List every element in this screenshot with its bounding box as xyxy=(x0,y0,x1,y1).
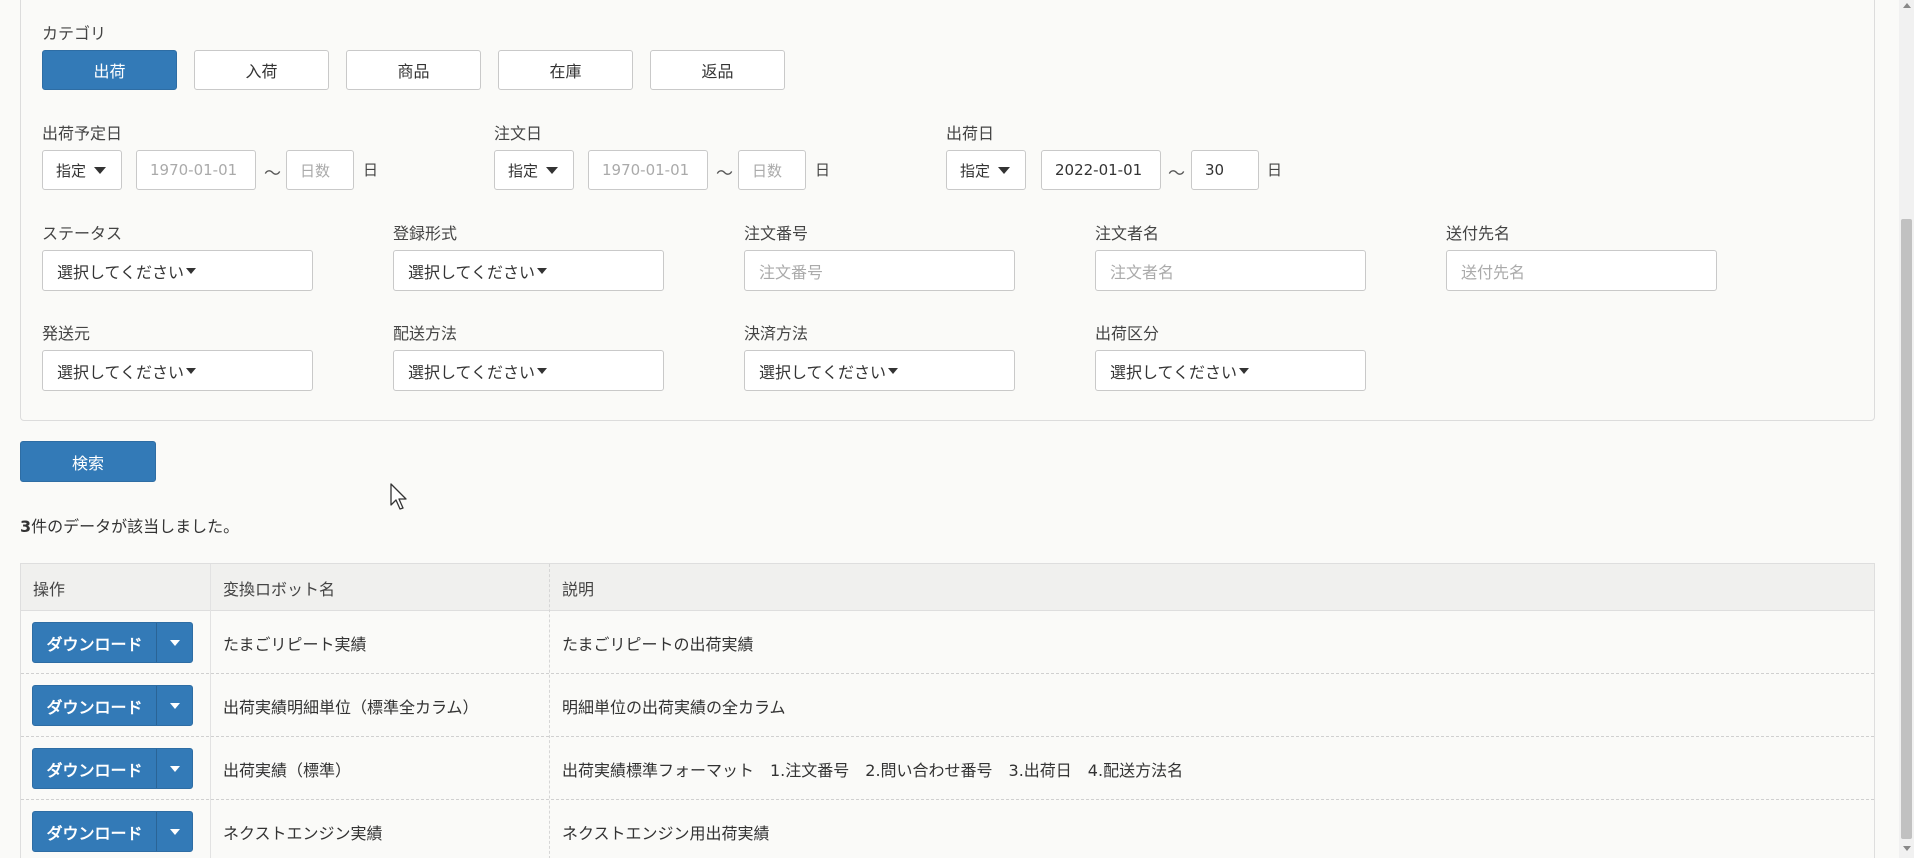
order-number-label: 注文番号 xyxy=(744,224,809,243)
scheduled-ship-date-label: 出荷予定日 xyxy=(42,124,123,143)
status-select[interactable]: 選択してください xyxy=(42,250,313,291)
category-label: カテゴリ xyxy=(42,24,107,43)
download-options-toggle[interactable] xyxy=(157,623,192,662)
range-tilde: 〜 xyxy=(716,164,733,184)
ship-date-days-input[interactable]: 30 xyxy=(1191,150,1259,190)
shipment-category-label: 出荷区分 xyxy=(1095,324,1160,343)
result-count-text: 3件のデータが該当しました。 xyxy=(20,517,240,536)
chevron-down-icon xyxy=(169,702,180,709)
status-label: ステータス xyxy=(42,224,123,243)
scheduled-ship-date-mode-select[interactable]: 指定 xyxy=(42,150,122,190)
chevron-down-icon xyxy=(537,267,548,274)
download-button[interactable]: ダウンロード xyxy=(33,749,157,788)
page: カテゴリ 出荷 入荷 商品 在庫 返品 出荷予定日 指定 1970-01-01 … xyxy=(0,0,1914,858)
download-split-button[interactable]: ダウンロード xyxy=(32,685,193,726)
search-panel: カテゴリ 出荷 入荷 商品 在庫 返品 出荷予定日 指定 1970-01-01 … xyxy=(20,0,1875,421)
table-row: ダウンロード 出荷実績（標準） 出荷実績標準フォーマット 1.注文番号 2.問い… xyxy=(21,737,1874,800)
registration-type-label: 登録形式 xyxy=(393,224,458,243)
category-product-button[interactable]: 商品 xyxy=(346,50,481,90)
delivery-method-select[interactable]: 選択してください xyxy=(393,350,664,391)
order-date-from-input[interactable]: 1970-01-01 xyxy=(588,150,708,190)
ship-date-label: 出荷日 xyxy=(946,124,995,143)
column-header-actions: 操作 xyxy=(33,579,66,599)
category-return-button[interactable]: 返品 xyxy=(650,50,785,90)
sender-label: 発送元 xyxy=(42,324,91,343)
ship-date-mode-select[interactable]: 指定 xyxy=(946,150,1026,190)
range-tilde: 〜 xyxy=(1168,164,1185,184)
vertical-scrollbar[interactable] xyxy=(1899,0,1914,858)
order-date-mode-select[interactable]: 指定 xyxy=(494,150,574,190)
chevron-down-icon xyxy=(169,765,180,772)
download-split-button[interactable]: ダウンロード xyxy=(32,811,193,852)
download-split-button[interactable]: ダウンロード xyxy=(32,622,193,663)
chevron-down-icon xyxy=(94,166,107,174)
order-date-days-input[interactable]: 日数 xyxy=(738,150,806,190)
chevron-down-icon xyxy=(888,367,899,374)
description-cell: たまごリピートの出荷実績 xyxy=(562,634,754,654)
robot-name-cell: ネクストエンジン実績 xyxy=(223,823,383,843)
description-cell: 明細単位の出荷実績の全カラム xyxy=(562,697,786,717)
download-options-toggle[interactable] xyxy=(157,749,192,788)
scroll-down-arrow-icon[interactable] xyxy=(1903,846,1911,851)
chevron-down-icon xyxy=(537,367,548,374)
delivery-method-label: 配送方法 xyxy=(393,324,458,343)
orderer-name-input[interactable]: 注文者名 xyxy=(1095,250,1366,291)
robot-name-cell: 出荷実績明細単位（標準全カラム） xyxy=(223,697,479,717)
scheduled-ship-date-from-input[interactable]: 1970-01-01 xyxy=(136,150,256,190)
table-row: ダウンロード たまごリピート実績 たまごリピートの出荷実績 xyxy=(21,611,1874,674)
chevron-down-icon xyxy=(169,828,180,835)
chevron-down-icon xyxy=(186,267,197,274)
recipient-name-input[interactable]: 送付先名 xyxy=(1446,250,1717,291)
shipment-category-select[interactable]: 選択してください xyxy=(1095,350,1366,391)
sender-select[interactable]: 選択してください xyxy=(42,350,313,391)
download-button[interactable]: ダウンロード xyxy=(33,812,157,851)
payment-method-label: 決済方法 xyxy=(744,324,809,343)
download-button[interactable]: ダウンロード xyxy=(33,623,157,662)
days-unit-label: 日 xyxy=(1267,161,1283,179)
scroll-up-arrow-icon[interactable] xyxy=(1903,3,1911,8)
download-options-toggle[interactable] xyxy=(157,812,192,851)
table-row: ダウンロード 出荷実績明細単位（標準全カラム） 明細単位の出荷実績の全カラム xyxy=(21,674,1874,737)
category-shipping-button[interactable]: 出荷 xyxy=(42,50,177,90)
chevron-down-icon xyxy=(998,166,1011,174)
chevron-down-icon xyxy=(186,367,197,374)
orderer-name-label: 注文者名 xyxy=(1095,224,1160,243)
chevron-down-icon xyxy=(1239,367,1250,374)
column-header-robot-name: 変換ロボット名 xyxy=(223,579,336,599)
category-stock-button[interactable]: 在庫 xyxy=(498,50,633,90)
order-date-label: 注文日 xyxy=(494,124,543,143)
download-button[interactable]: ダウンロード xyxy=(33,686,157,725)
column-header-description: 説明 xyxy=(562,579,595,599)
download-split-button[interactable]: ダウンロード xyxy=(32,748,193,789)
chevron-down-icon xyxy=(546,166,559,174)
payment-method-select[interactable]: 選択してください xyxy=(744,350,1015,391)
robot-table: 操作 変換ロボット名 説明 ダウンロード たまごリピート実績 たまごリピートの出… xyxy=(20,563,1875,858)
order-number-input[interactable]: 注文番号 xyxy=(744,250,1015,291)
scheduled-ship-date-days-input[interactable]: 日数 xyxy=(286,150,354,190)
download-options-toggle[interactable] xyxy=(157,686,192,725)
range-tilde: 〜 xyxy=(264,164,281,184)
description-cell: 出荷実績標準フォーマット 1.注文番号 2.問い合わせ番号 3.出荷日 4.配送… xyxy=(562,760,1184,780)
description-cell: ネクストエンジン用出荷実績 xyxy=(562,823,770,843)
robot-name-cell: 出荷実績（標準） xyxy=(223,760,352,780)
category-receiving-button[interactable]: 入荷 xyxy=(194,50,329,90)
recipient-name-label: 送付先名 xyxy=(1446,224,1511,243)
days-unit-label: 日 xyxy=(363,161,379,179)
registration-type-select[interactable]: 選択してください xyxy=(393,250,664,291)
days-unit-label: 日 xyxy=(815,161,831,179)
ship-date-from-input[interactable]: 2022-01-01 xyxy=(1041,150,1161,190)
scrollbar-thumb[interactable] xyxy=(1901,219,1912,839)
table-header: 操作 変換ロボット名 説明 xyxy=(21,564,1874,611)
robot-name-cell: たまごリピート実績 xyxy=(223,634,367,654)
chevron-down-icon xyxy=(169,639,180,646)
table-row: ダウンロード ネクストエンジン実績 ネクストエンジン用出荷実績 xyxy=(21,800,1874,858)
search-button[interactable]: 検索 xyxy=(20,441,156,482)
mouse-cursor-icon xyxy=(390,483,407,510)
